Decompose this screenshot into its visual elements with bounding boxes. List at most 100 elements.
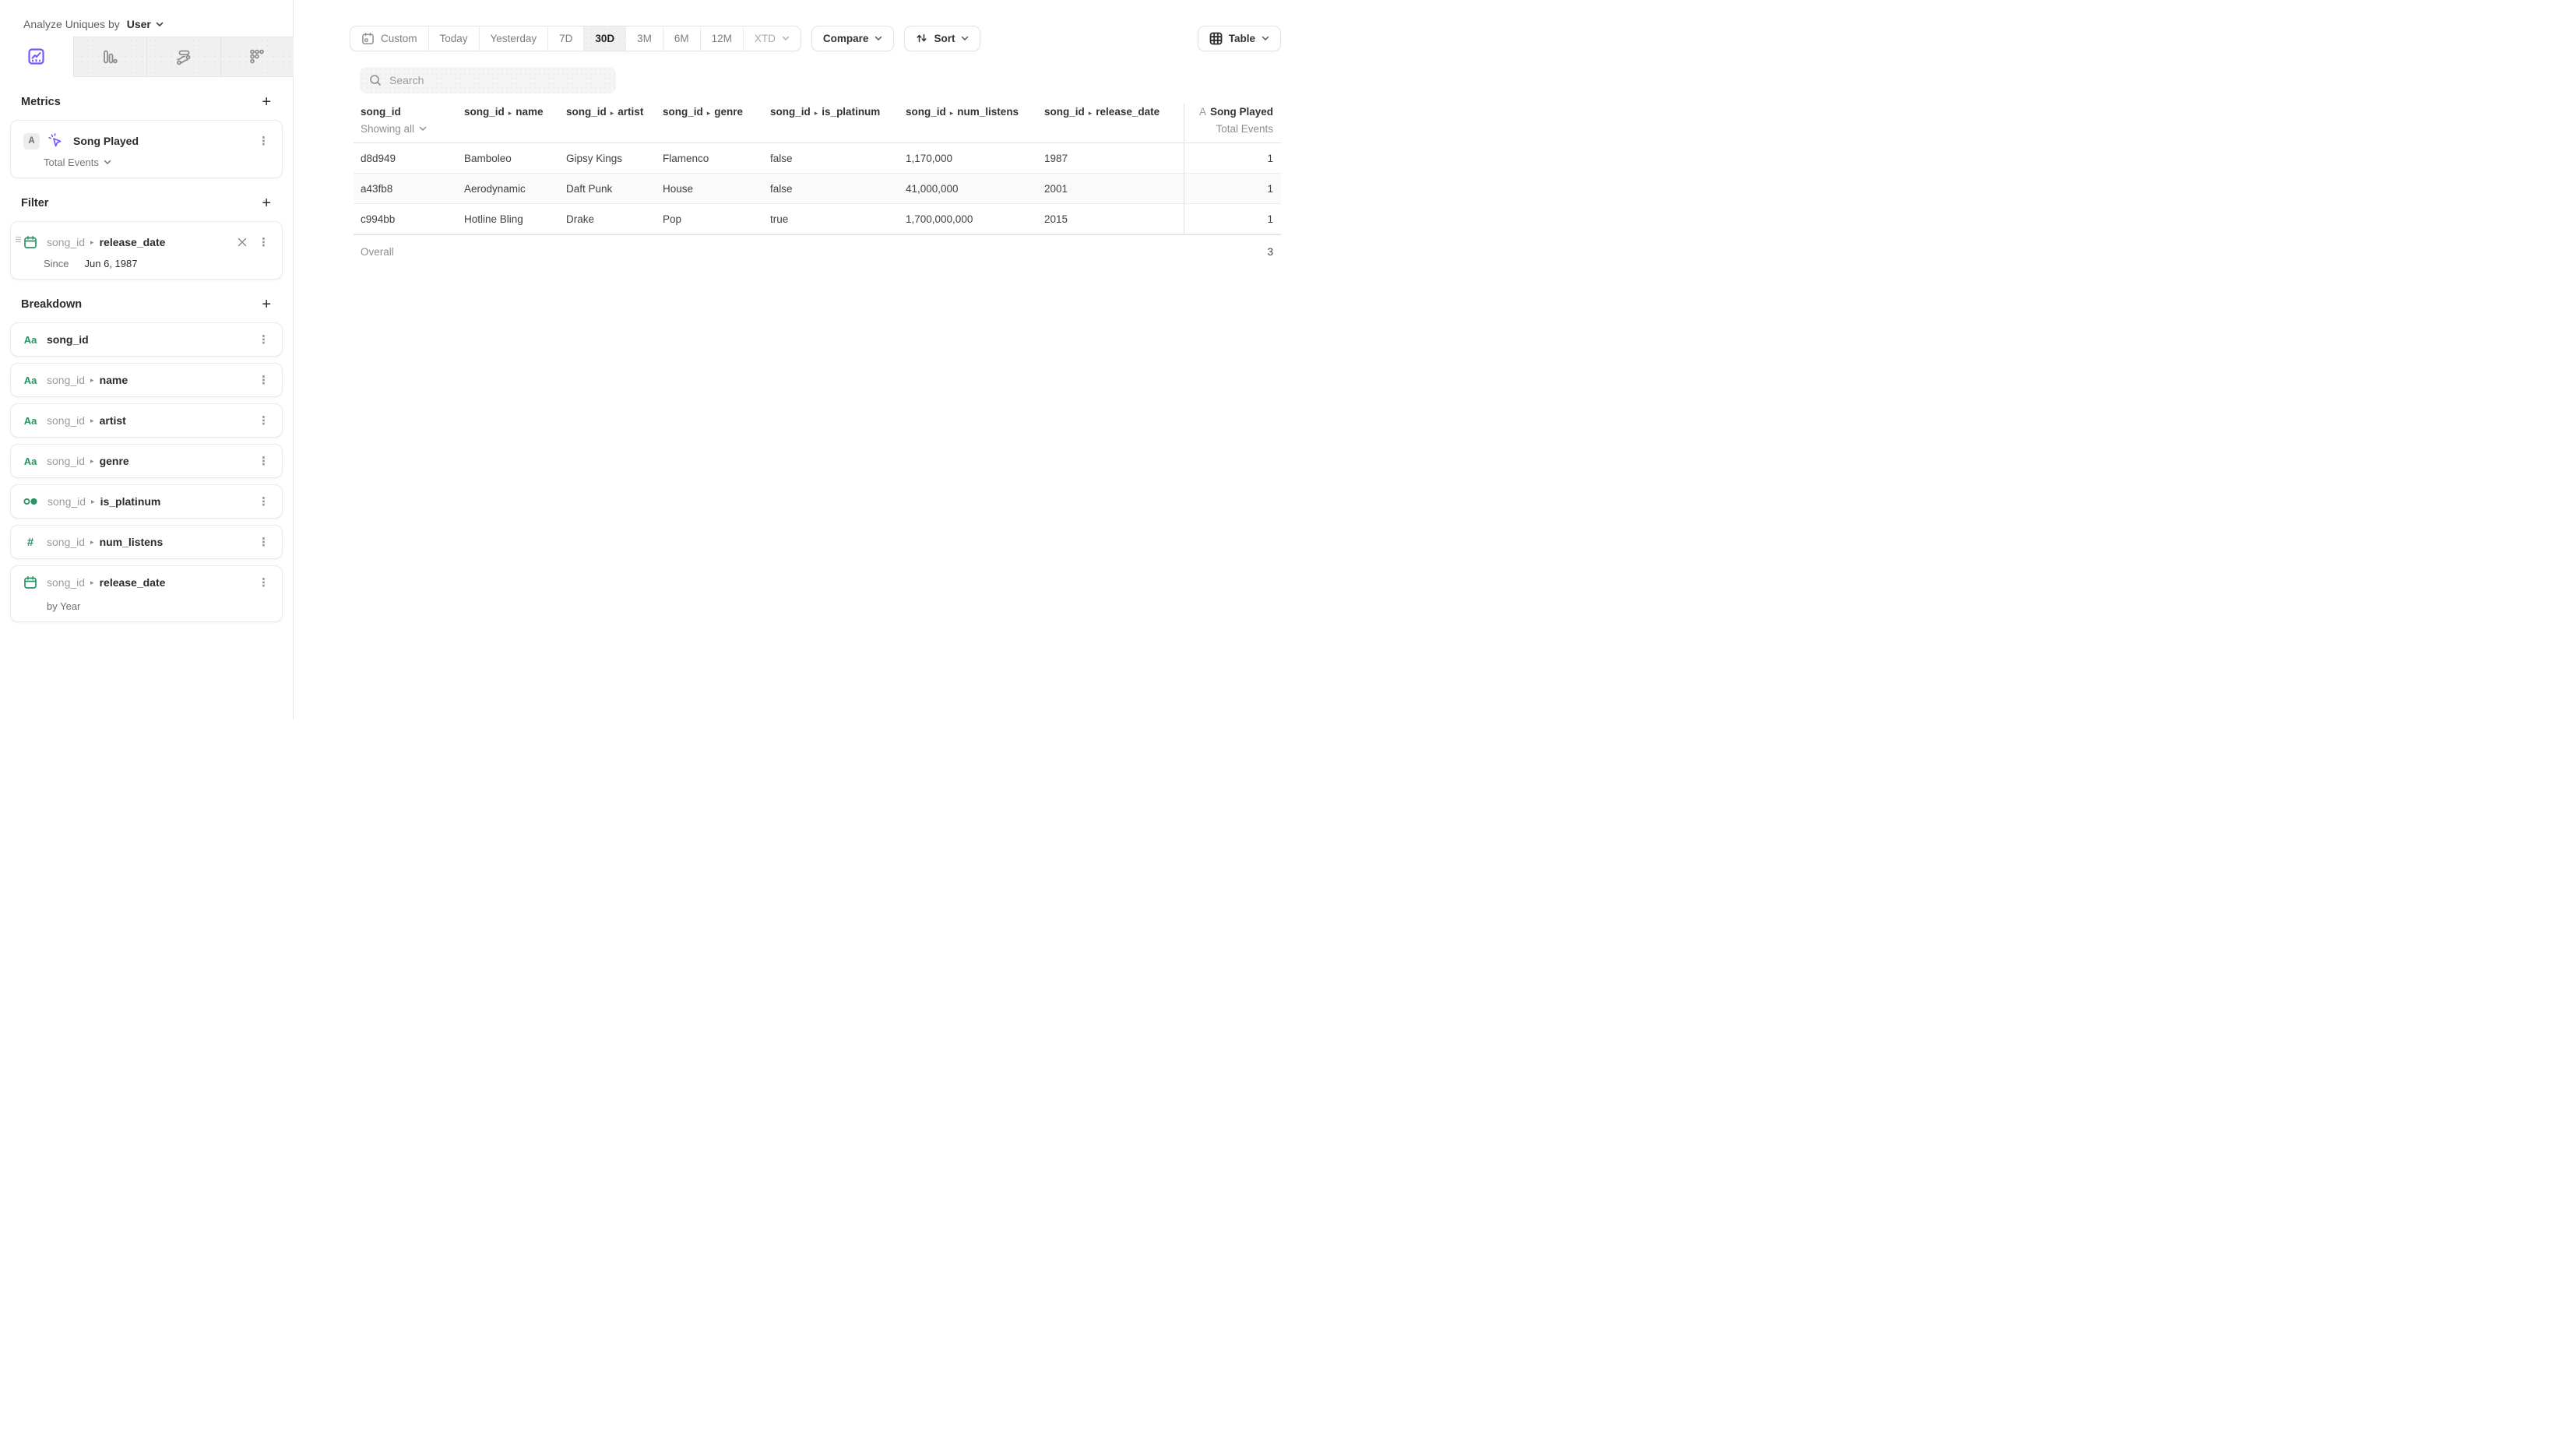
- arrow-separator-icon: ▸: [91, 498, 95, 506]
- breakdown-property: is_platinum: [100, 495, 161, 508]
- range-label: 12M: [712, 33, 732, 44]
- column-header-artist[interactable]: song_id▸artist: [559, 104, 656, 142]
- breakdown-property: name: [100, 374, 128, 386]
- metric-event-name: Song Played: [73, 135, 139, 147]
- arrow-separator-icon: ▸: [90, 457, 94, 466]
- sort-label: Sort: [934, 33, 955, 44]
- filter-kebab-menu[interactable]: ⋮: [255, 237, 273, 248]
- column-title: artist: [618, 106, 643, 118]
- table-search[interactable]: [360, 67, 616, 93]
- cell-genre: House: [656, 183, 763, 195]
- column-title: num_listens: [957, 106, 1019, 118]
- range-custom[interactable]: Custom: [350, 26, 428, 51]
- cell-metric-value: 1: [1184, 143, 1281, 174]
- table-row[interactable]: a43fb8 Aerodynamic Daft Punk House false…: [354, 174, 1281, 204]
- range-12m[interactable]: 12M: [700, 26, 743, 51]
- range-30d-selected[interactable]: 30D: [583, 26, 625, 51]
- column-header-name[interactable]: song_id▸name: [457, 104, 559, 142]
- metric-kebab-menu[interactable]: ⋮: [255, 135, 273, 147]
- showing-all-dropdown[interactable]: Showing all: [361, 123, 454, 135]
- add-filter-button[interactable]: +: [257, 194, 276, 213]
- filter-condition[interactable]: Since Jun 6, 1987: [11, 258, 282, 279]
- tab-retention[interactable]: [220, 37, 294, 77]
- breakdown-card[interactable]: Aa song_id ▸ name ⋮: [10, 363, 283, 397]
- breakdown-kebab-menu[interactable]: ⋮: [255, 577, 273, 589]
- column-header-metric[interactable]: ASong Played Total Events: [1184, 104, 1281, 142]
- view-type-button[interactable]: Table: [1198, 26, 1281, 51]
- metric-series-letter: A: [1199, 106, 1206, 118]
- compare-button[interactable]: Compare: [811, 26, 895, 51]
- sort-button[interactable]: Sort: [904, 26, 980, 51]
- column-header-song-id[interactable]: song_id Showing all: [354, 104, 457, 142]
- breakdown-property: song_id: [47, 333, 89, 346]
- tab-flows[interactable]: [146, 37, 220, 77]
- column-title: release_date: [1096, 106, 1160, 118]
- filter-card[interactable]: song_id ▸ release_date ⋮ Since Jun 6, 19…: [10, 221, 283, 280]
- breakdown-card[interactable]: Aa song_id ▸ artist ⋮: [10, 403, 283, 438]
- range-label: 30D: [595, 33, 614, 44]
- range-3m[interactable]: 3M: [625, 26, 663, 51]
- tab-insights[interactable]: [0, 37, 73, 77]
- breakdown-kebab-menu[interactable]: ⋮: [255, 537, 273, 548]
- cell-release-date: 2001: [1037, 183, 1184, 195]
- add-metric-button[interactable]: +: [257, 93, 276, 111]
- date-property-icon: [23, 235, 37, 249]
- range-6m[interactable]: 6M: [663, 26, 700, 51]
- analyze-by-label: Analyze Uniques by: [23, 18, 120, 30]
- table-row[interactable]: d8d949 Bamboleo Gipsy Kings Flamenco fal…: [354, 143, 1281, 174]
- cell-num-listens: 1,170,000: [899, 153, 1037, 164]
- range-today[interactable]: Today: [428, 26, 479, 51]
- range-label: 6M: [674, 33, 689, 44]
- table-row[interactable]: c994bb Hotline Bling Drake Pop true 1,70…: [354, 204, 1281, 234]
- column-header-genre[interactable]: song_id▸genre: [656, 104, 763, 142]
- breakdown-kebab-menu[interactable]: ⋮: [255, 415, 273, 427]
- breakdown-card[interactable]: song_id ▸ release_date ⋮ by Year: [10, 565, 283, 622]
- column-prefix: song_id: [663, 106, 703, 118]
- analyze-by-value[interactable]: User: [127, 18, 151, 30]
- range-label: Today: [440, 33, 468, 44]
- remove-filter-icon[interactable]: [238, 237, 247, 247]
- metric-card[interactable]: A Song Played ⋮ Total Events: [10, 120, 283, 178]
- breakdown-card[interactable]: # song_id ▸ num_listens ⋮: [10, 525, 283, 559]
- breakdown-card[interactable]: Aa song_id ⋮: [10, 322, 283, 357]
- search-input[interactable]: [389, 74, 607, 86]
- cell-artist: Drake: [559, 213, 656, 225]
- breakdown-kebab-menu[interactable]: ⋮: [255, 456, 273, 467]
- date-range-selector: Custom Today Yesterday 7D 30D 3M 6M 12M …: [350, 26, 801, 51]
- breakdown-kebab-menu[interactable]: ⋮: [255, 334, 273, 346]
- breakdown-prefix: song_id: [47, 576, 85, 589]
- column-header-release-date[interactable]: song_id▸release_date: [1037, 104, 1184, 142]
- date-property-icon: [23, 575, 37, 589]
- tab-bar-chart[interactable]: [73, 37, 147, 77]
- filter-value[interactable]: Jun 6, 1987: [85, 258, 138, 269]
- filter-operator[interactable]: Since: [44, 258, 69, 269]
- column-header-is-platinum[interactable]: song_id▸is_platinum: [763, 104, 899, 142]
- filter-title: Filter: [21, 197, 48, 209]
- column-header-num-listens[interactable]: song_id▸num_listens: [899, 104, 1037, 142]
- cell-is-platinum: false: [763, 153, 899, 164]
- breakdown-modifier[interactable]: by Year: [11, 599, 282, 621]
- cell-genre: Pop: [656, 213, 763, 225]
- breakdown-kebab-menu[interactable]: ⋮: [255, 375, 273, 386]
- report-toolbar: Custom Today Yesterday 7D 30D 3M 6M 12M …: [350, 26, 1281, 51]
- cell-num-listens: 1,700,000,000: [899, 213, 1037, 225]
- chevron-down-icon: [104, 160, 111, 165]
- metrics-section-header: Metrics +: [10, 90, 283, 114]
- drag-handle-icon[interactable]: [15, 236, 22, 243]
- range-yesterday[interactable]: Yesterday: [479, 26, 548, 51]
- range-7d[interactable]: 7D: [547, 26, 583, 51]
- breakdown-card[interactable]: song_id ▸ is_platinum ⋮: [10, 484, 283, 519]
- overall-row: Overall 3: [354, 234, 1281, 269]
- metric-aggregation[interactable]: Total Events: [11, 157, 282, 178]
- column-prefix: song_id: [464, 106, 505, 118]
- chevron-down-icon[interactable]: [156, 22, 164, 27]
- compare-label: Compare: [823, 33, 869, 44]
- breakdown-kebab-menu[interactable]: ⋮: [255, 496, 273, 508]
- cell-song-id: a43fb8: [354, 183, 457, 195]
- range-xtd[interactable]: XTD: [743, 26, 801, 51]
- add-breakdown-button[interactable]: +: [257, 295, 276, 314]
- breakdown-card[interactable]: Aa song_id ▸ genre ⋮: [10, 444, 283, 478]
- overall-value: 3: [1184, 237, 1281, 267]
- arrow-separator-icon: ▸: [90, 376, 94, 385]
- retention-grid-icon: [249, 49, 265, 65]
